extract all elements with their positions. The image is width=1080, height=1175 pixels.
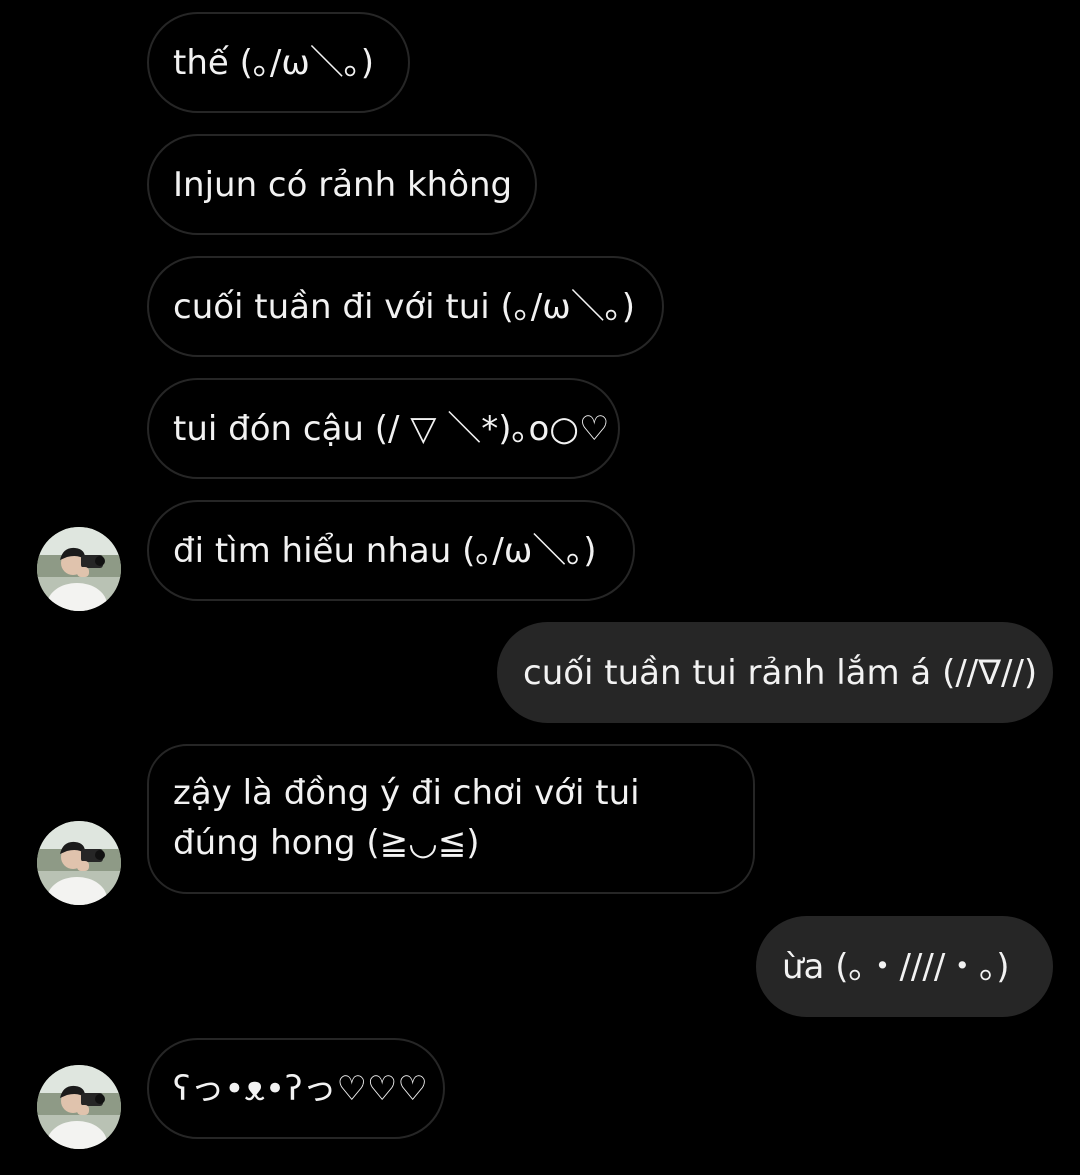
message-text: cuối tuần tui rảnh lắm á (//∇//) <box>523 652 1038 693</box>
message-bubble-incoming[interactable]: tui đón cậu (/ ▽ ＼*)｡o○♡ <box>147 378 620 479</box>
message-text: ừa (｡・////・｡) <box>782 946 1010 987</box>
message-bubble-incoming[interactable]: thế (｡/ω＼｡) <box>147 12 410 113</box>
message-bubble-outgoing[interactable]: cuối tuần tui rảnh lắm á (//∇//) <box>497 622 1053 723</box>
message-bubble-outgoing[interactable]: ừa (｡・////・｡) <box>756 916 1053 1017</box>
message-text: thế (｡/ω＼｡) <box>173 42 375 83</box>
message-bubble-incoming[interactable]: zậy là đồng ý đi chơi với tui đúng hong … <box>147 744 755 894</box>
message-text: đi tìm hiểu nhau (｡/ω＼｡) <box>173 530 597 571</box>
sender-avatar[interactable] <box>37 527 121 611</box>
person-with-camera-avatar-icon <box>37 527 121 611</box>
message-text: zậy là đồng ý đi chơi với tui đúng hong … <box>173 773 640 863</box>
person-with-camera-avatar-icon <box>37 821 121 905</box>
message-text: ʕっ•ᴥ•ʔっ♡♡♡ <box>173 1068 428 1109</box>
message-text: tui đón cậu (/ ▽ ＼*)｡o○♡ <box>173 408 610 449</box>
person-with-camera-avatar-icon <box>37 1065 121 1149</box>
message-bubble-incoming[interactable]: Injun có rảnh không <box>147 134 537 235</box>
sender-avatar[interactable] <box>37 821 121 905</box>
message-bubble-incoming[interactable]: cuối tuần đi với tui (｡/ω＼｡) <box>147 256 664 357</box>
message-text: Injun có rảnh không <box>173 164 513 205</box>
message-bubble-incoming[interactable]: ʕっ•ᴥ•ʔっ♡♡♡ <box>147 1038 445 1139</box>
sender-avatar[interactable] <box>37 1065 121 1149</box>
message-text: cuối tuần đi với tui (｡/ω＼｡) <box>173 286 635 327</box>
message-bubble-incoming[interactable]: đi tìm hiểu nhau (｡/ω＼｡) <box>147 500 635 601</box>
